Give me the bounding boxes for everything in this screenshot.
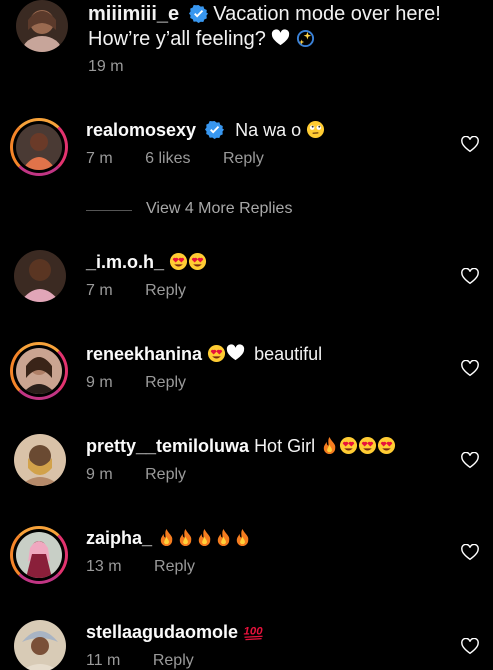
- comment-body: Hot Girl: [254, 436, 316, 456]
- comment-text: zaipha_: [86, 526, 252, 550]
- comment-item: realomosexy Na wa o 7 m 6 likes Reply: [0, 118, 493, 178]
- heart-icon[interactable]: [461, 360, 479, 378]
- fire-emoji: [217, 528, 230, 547]
- heart-eyes-emoji: [188, 252, 207, 271]
- svg-text:100: 100: [244, 625, 264, 637]
- fire-emoji: [179, 528, 192, 547]
- reply-button[interactable]: Reply: [145, 374, 186, 392]
- comment-time: 9 m: [86, 374, 113, 391]
- comment-item: stellaagudaomole 100 11 m Reply: [0, 620, 493, 670]
- heart-icon[interactable]: [461, 544, 479, 562]
- comment-item: _i.m.o.h_ 7 m Reply: [0, 250, 493, 310]
- avatar[interactable]: [14, 250, 66, 302]
- comment-username[interactable]: stellaagudaomole: [86, 622, 238, 642]
- white-heart-emoji: [272, 29, 290, 46]
- comment-username[interactable]: _i.m.o.h_: [86, 252, 164, 272]
- fire-emoji: [323, 436, 336, 455]
- comment-item: zaipha_ 13 m Reply: [0, 526, 493, 586]
- heart-icon[interactable]: [461, 136, 479, 154]
- comment-text: _i.m.o.h_: [86, 250, 207, 274]
- hundred-points-emoji: 100: [244, 625, 264, 641]
- verified-badge-icon: [205, 120, 225, 139]
- avatar[interactable]: [10, 526, 68, 584]
- comment-username[interactable]: realomosexy: [86, 120, 196, 140]
- verified-badge-icon: [188, 4, 208, 23]
- comment-body: beautiful: [254, 344, 323, 364]
- comment-username[interactable]: pretty__temiloluwa: [86, 436, 249, 456]
- sparkle-emoji: [296, 29, 315, 48]
- heart-eyes-emoji: [208, 344, 226, 363]
- comment-time: 7 m: [86, 150, 113, 167]
- heart-eyes-emoji: [340, 436, 358, 455]
- reply-button[interactable]: Reply: [145, 466, 186, 484]
- heart-icon[interactable]: [461, 452, 479, 470]
- post-caption: miiimiii_e Vacation mode over here! How’…: [14, 0, 484, 90]
- comment-time: 7 m: [86, 282, 113, 299]
- caption-line2: How’re y’all feeling?: [88, 28, 266, 50]
- comment-time: 13 m: [86, 558, 122, 575]
- heart-eyes-emoji: [359, 436, 377, 455]
- comment-username[interactable]: zaipha_: [86, 528, 152, 548]
- avatar[interactable]: [16, 0, 68, 52]
- heart-icon[interactable]: [461, 268, 479, 286]
- comment-item: pretty__temiloluwa Hot Girl 9 m Reply: [0, 434, 493, 494]
- heart-eyes-emoji: [169, 252, 188, 271]
- avatar[interactable]: [10, 118, 68, 176]
- caption-time: 19 m: [88, 58, 124, 75]
- reply-button[interactable]: Reply: [145, 282, 186, 300]
- comment-text: pretty__temiloluwa Hot Girl: [86, 434, 396, 458]
- avatar[interactable]: [14, 434, 66, 486]
- heart-eyes-emoji: [378, 436, 396, 455]
- comment-meta: 9 m Reply: [86, 374, 214, 392]
- avatar[interactable]: [14, 620, 66, 670]
- heart-icon[interactable]: [461, 638, 479, 656]
- fire-emoji: [236, 528, 249, 547]
- comment-likes[interactable]: 6 likes: [145, 150, 190, 168]
- comment-text: realomosexy Na wa o: [86, 118, 325, 142]
- comment-meta: 7 m 6 likes Reply: [86, 150, 292, 168]
- face-with-rolling-eyes-emoji: [307, 120, 325, 139]
- comment-item: reneekhanina beautiful 9 m Reply: [0, 342, 493, 402]
- fire-emoji: [198, 528, 211, 547]
- view-more-label[interactable]: View 4 More Replies: [146, 200, 292, 218]
- reply-button[interactable]: Reply: [153, 652, 194, 670]
- caption-line1: Vacation mode over here!: [213, 3, 441, 25]
- comment-text: stellaagudaomole 100: [86, 620, 265, 644]
- fire-emoji: [160, 528, 173, 547]
- reply-button[interactable]: Reply: [154, 558, 195, 576]
- avatar[interactable]: [10, 342, 68, 400]
- comment-time: 9 m: [86, 466, 113, 483]
- comment-text: reneekhanina beautiful: [86, 342, 322, 366]
- caption-text: miiimiii_e Vacation mode over here! How’…: [88, 2, 488, 52]
- comment-time: 11 m: [86, 652, 121, 669]
- comment-meta: 9 m Reply: [86, 466, 214, 484]
- comment-meta: 11 m Reply: [86, 652, 222, 670]
- caption-username[interactable]: miiimiii_e: [88, 3, 179, 25]
- comment-meta: 7 m Reply: [86, 282, 214, 300]
- comment-username[interactable]: reneekhanina: [86, 344, 202, 364]
- divider: [86, 210, 132, 211]
- white-heart-emoji: [226, 344, 245, 361]
- comment-body: Na wa o: [235, 120, 302, 140]
- reply-button[interactable]: Reply: [223, 150, 264, 168]
- comment-meta: 13 m Reply: [86, 558, 223, 576]
